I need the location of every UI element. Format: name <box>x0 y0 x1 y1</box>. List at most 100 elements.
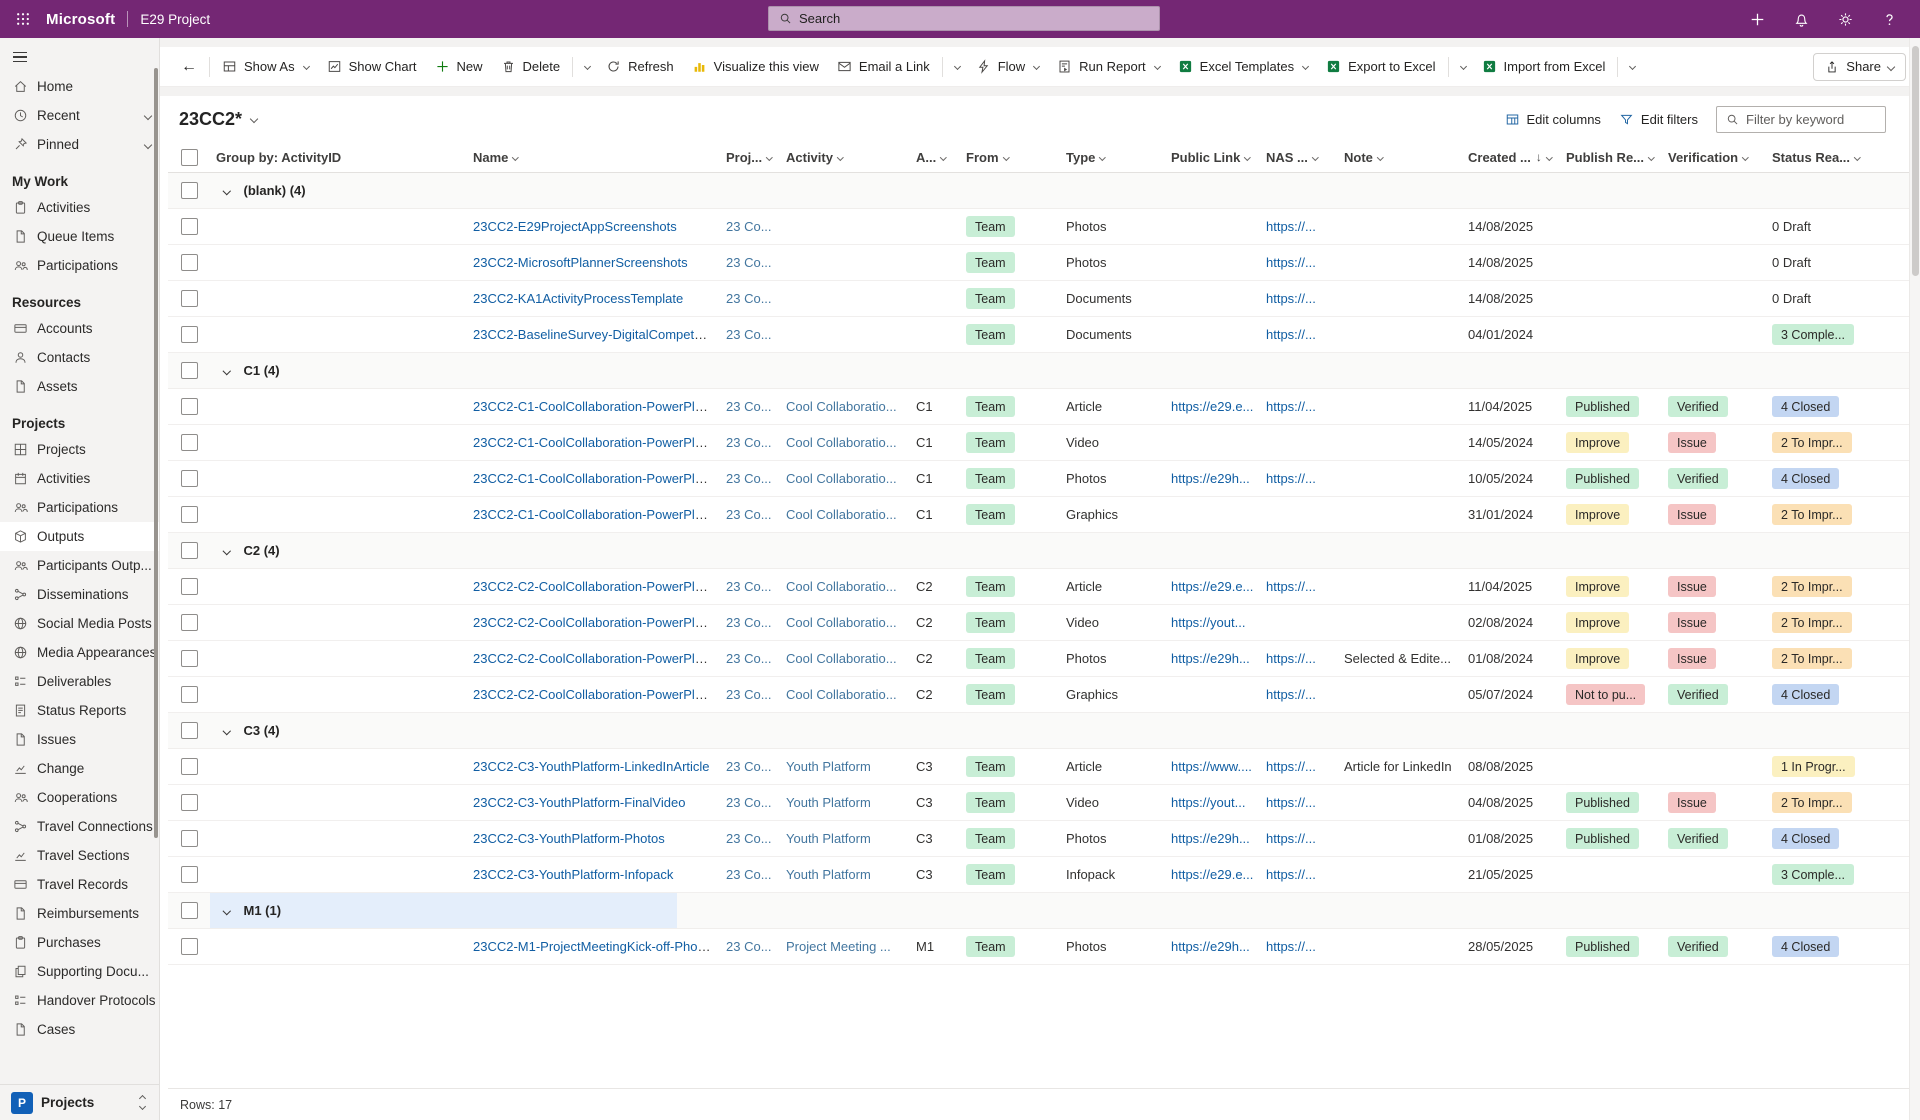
activity-lookup-link[interactable]: Project Meeting ... <box>786 939 891 954</box>
record-link[interactable]: 23CC2-C2-CoolCollaboration-PowerPlatfo..… <box>473 579 720 594</box>
nav-item-queue-items[interactable]: Queue Items <box>0 222 159 251</box>
group-label-cell[interactable]: C2 (4) <box>210 533 677 568</box>
record-link[interactable]: 23CC2-C1-CoolCollaboration-PowerPlatfo..… <box>473 507 720 522</box>
group-expand-chevron[interactable] <box>223 727 231 735</box>
nav-item-disseminations[interactable]: Disseminations <box>0 580 159 609</box>
public-link[interactable]: https://e29.e... <box>1171 867 1253 882</box>
column-header-type[interactable]: Type <box>1060 150 1165 165</box>
activity-lookup-link[interactable]: Youth Platform <box>786 867 871 882</box>
activity-lookup-link[interactable]: Youth Platform <box>786 831 871 846</box>
public-link[interactable]: https://www.... <box>1171 759 1252 774</box>
main-scrollbar[interactable] <box>1909 38 1920 1120</box>
row-checkbox[interactable] <box>181 794 198 811</box>
nas-link[interactable]: https://... <box>1266 291 1316 306</box>
nav-item-accounts[interactable]: Accounts <box>0 314 159 343</box>
new-button[interactable]: New <box>426 52 492 82</box>
settings-button[interactable] <box>1828 0 1862 38</box>
row-checkbox[interactable] <box>181 434 198 451</box>
record-link[interactable]: 23CC2-C2-CoolCollaboration-PowerPlatfo..… <box>473 615 720 630</box>
record-link[interactable]: 23CC2-C2-CoolCollaboration-PowerPlatfo..… <box>473 651 720 666</box>
help-button[interactable] <box>1872 0 1906 38</box>
overflow-chevron-button[interactable] <box>1621 52 1642 82</box>
project-lookup-link[interactable]: 23 Co... <box>726 507 772 522</box>
row-checkbox[interactable] <box>181 650 198 667</box>
show-as-button[interactable]: Show As <box>213 52 318 82</box>
record-link[interactable]: 23CC2-C3-YouthPlatform-LinkedInArticle <box>473 759 710 774</box>
project-lookup-link[interactable]: 23 Co... <box>726 255 772 270</box>
project-lookup-link[interactable]: 23 Co... <box>726 399 772 414</box>
row-checkbox[interactable] <box>181 398 198 415</box>
edit-columns-button[interactable]: Edit columns <box>1505 112 1601 127</box>
nas-link[interactable]: https://... <box>1266 579 1316 594</box>
nav-item-outputs[interactable]: Outputs <box>0 522 159 551</box>
group-label-cell[interactable]: (blank) (4) <box>210 173 677 208</box>
nav-item-activities[interactable]: Activities <box>0 464 159 493</box>
email-a-link-button[interactable]: Email a Link <box>828 52 939 82</box>
column-header-group[interactable]: Group by: ActivityID <box>210 150 467 165</box>
notifications-button[interactable] <box>1784 0 1818 38</box>
nav-item-cases[interactable]: Cases <box>0 1015 159 1044</box>
overflow-chevron-button[interactable] <box>946 52 967 82</box>
column-header-from[interactable]: From <box>960 150 1060 165</box>
project-lookup-link[interactable]: 23 Co... <box>726 831 772 846</box>
app-title[interactable]: E29 Project <box>140 12 210 27</box>
nav-item-handover-protocols[interactable]: Handover Protocols <box>0 986 159 1015</box>
back-button[interactable]: ← <box>172 52 206 82</box>
project-lookup-link[interactable]: 23 Co... <box>726 939 772 954</box>
waffle-menu-button[interactable] <box>0 0 46 38</box>
record-link[interactable]: 23CC2-KA1ActivityProcessTemplate <box>473 291 683 306</box>
nas-link[interactable]: https://... <box>1266 795 1316 810</box>
quick-create-button[interactable] <box>1740 0 1774 38</box>
nas-link[interactable]: https://... <box>1266 831 1316 846</box>
project-lookup-link[interactable]: 23 Co... <box>726 291 772 306</box>
nav-item-media-appearances[interactable]: Media Appearances <box>0 638 159 667</box>
excel-templates-button[interactable]: Excel Templates <box>1169 52 1317 82</box>
nas-link[interactable]: https://... <box>1266 219 1316 234</box>
nav-item-change[interactable]: Change <box>0 754 159 783</box>
group-label-cell[interactable]: C1 (4) <box>210 353 677 388</box>
project-lookup-link[interactable]: 23 Co... <box>726 615 772 630</box>
nav-item-pinned[interactable]: Pinned <box>0 130 159 159</box>
nav-item-assets[interactable]: Assets <box>0 372 159 401</box>
view-selector[interactable]: 23CC2* <box>179 109 257 130</box>
edit-filters-button[interactable]: Edit filters <box>1619 112 1698 127</box>
public-link[interactable]: https://yout... <box>1171 615 1245 630</box>
refresh-button[interactable]: Refresh <box>597 52 683 82</box>
nav-item-social-media-posts[interactable]: Social Media Posts <box>0 609 159 638</box>
show-chart-button[interactable]: Show Chart <box>318 52 426 82</box>
row-checkbox[interactable] <box>181 578 198 595</box>
public-link[interactable]: https://yout... <box>1171 795 1245 810</box>
project-lookup-link[interactable]: 23 Co... <box>726 759 772 774</box>
column-header-created[interactable]: Created ...↓ <box>1462 150 1560 165</box>
project-lookup-link[interactable]: 23 Co... <box>726 867 772 882</box>
activity-lookup-link[interactable]: Cool Collaboratio... <box>786 687 897 702</box>
column-header-note[interactable]: Note <box>1338 150 1462 165</box>
record-link[interactable]: 23CC2-C3-YouthPlatform-FinalVideo <box>473 795 685 810</box>
activity-lookup-link[interactable]: Cool Collaboratio... <box>786 435 897 450</box>
nav-item-home[interactable]: Home <box>0 72 159 101</box>
nav-item-travel-sections[interactable]: Travel Sections <box>0 841 159 870</box>
record-link[interactable]: 23CC2-C3-YouthPlatform-Photos <box>473 831 665 846</box>
column-header-publish[interactable]: Publish Re... <box>1560 150 1662 165</box>
activity-lookup-link[interactable]: Cool Collaboratio... <box>786 651 897 666</box>
public-link[interactable]: https://e29h... <box>1171 939 1250 954</box>
record-link[interactable]: 23CC2-C1-CoolCollaboration-PowerPlatfo..… <box>473 435 720 450</box>
nav-item-participations[interactable]: Participations <box>0 493 159 522</box>
share-button[interactable]: Share <box>1813 53 1906 81</box>
record-link[interactable]: 23CC2-C2-CoolCollaboration-PowerPlatfo..… <box>473 687 720 702</box>
nav-item-supporting-docu[interactable]: Supporting Docu... <box>0 957 159 986</box>
export-to-excel-button[interactable]: Export to Excel <box>1317 52 1444 82</box>
row-checkbox[interactable] <box>181 758 198 775</box>
column-header-status[interactable]: Status Rea... <box>1766 150 1866 165</box>
overflow-chevron-button[interactable] <box>1452 52 1473 82</box>
nas-link[interactable]: https://... <box>1266 687 1316 702</box>
column-header-nas[interactable]: NAS ... <box>1260 150 1338 165</box>
record-link[interactable]: 23CC2-C1-CoolCollaboration-PowerPlatfo..… <box>473 399 720 414</box>
row-checkbox[interactable] <box>181 506 198 523</box>
nav-item-purchases[interactable]: Purchases <box>0 928 159 957</box>
nas-link[interactable]: https://... <box>1266 255 1316 270</box>
nav-item-deliverables[interactable]: Deliverables <box>0 667 159 696</box>
row-checkbox[interactable] <box>181 866 198 883</box>
group-checkbox[interactable] <box>181 722 198 739</box>
nav-item-activities[interactable]: Activities <box>0 193 159 222</box>
